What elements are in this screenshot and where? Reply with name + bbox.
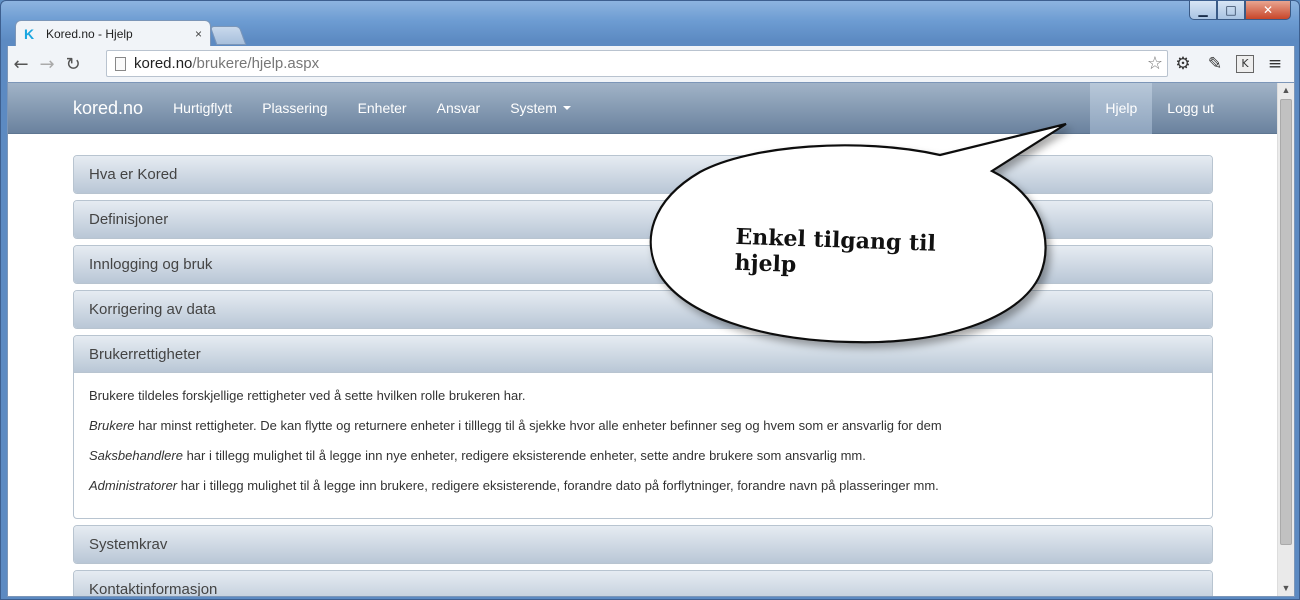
- role-name: Brukere: [89, 418, 135, 433]
- nav-enheter[interactable]: Enheter: [343, 83, 422, 134]
- panel-korrigering: Korrigering av data: [73, 290, 1213, 329]
- role-administratorer: Administratorer har i tillegg mulighet t…: [89, 478, 1197, 494]
- k-extension-icon[interactable]: K: [1236, 54, 1254, 73]
- toolbar-icons: ⚙ ✎ K ≡: [1172, 50, 1286, 77]
- intro-text: Brukere tildeles forskjellige rettighete…: [89, 388, 526, 403]
- panel-brukerrettigheter: Brukerrettigheter Brukere tildeles forsk…: [73, 335, 1213, 519]
- panel-systemkrav: Systemkrav: [73, 525, 1213, 564]
- vertical-scrollbar[interactable]: ▲ ▼: [1277, 83, 1294, 596]
- panel-heading[interactable]: Definisjoner: [74, 201, 1212, 238]
- scroll-thumb[interactable]: [1280, 99, 1292, 545]
- nav-logg-ut[interactable]: Logg ut: [1152, 83, 1229, 134]
- panel-heading[interactable]: Korrigering av data: [74, 291, 1212, 328]
- new-tab-button[interactable]: [209, 26, 247, 45]
- star-icon[interactable]: ☆: [1147, 53, 1163, 74]
- site-navbar: kored.no Hurtigflytt Plassering Enheter …: [8, 83, 1279, 134]
- reload-icon[interactable]: ↻: [60, 51, 86, 77]
- close-window-button[interactable]: ✕: [1245, 1, 1291, 20]
- help-accordion: Hva er Kored Definisjoner Innlogging og …: [73, 155, 1213, 596]
- role-saksbehandlere: Saksbehandlere har i tillegg mulighet ti…: [89, 448, 1197, 464]
- panel-heading[interactable]: Brukerrettigheter: [74, 336, 1212, 373]
- panel-body: Brukere tildeles forskjellige rettighete…: [74, 373, 1212, 518]
- back-arrow-icon[interactable]: ←: [8, 51, 34, 77]
- address-bar[interactable]: kored.no/brukere/hjelp.aspx ☆: [106, 50, 1168, 77]
- role-brukere: Brukere har minst rettigheter. De kan fl…: [89, 418, 1197, 434]
- nav-hurtigflytt[interactable]: Hurtigflytt: [158, 83, 247, 134]
- browser-window: ▁ □ ✕ K Kored.no - Hjelp × ← → ↻ kored.n…: [0, 0, 1300, 600]
- panel-heading[interactable]: Innlogging og bruk: [74, 246, 1212, 283]
- pen-icon[interactable]: ✎: [1204, 53, 1226, 75]
- panel-heading[interactable]: Hva er Kored: [74, 156, 1212, 193]
- panel-definisjoner: Definisjoner: [73, 200, 1213, 239]
- panel-innlogging: Innlogging og bruk: [73, 245, 1213, 284]
- url-host: kored.no: [134, 55, 193, 72]
- scroll-down-icon[interactable]: ▼: [1278, 581, 1294, 596]
- kored-favicon-icon: K: [24, 26, 35, 42]
- site-brand[interactable]: kored.no: [73, 98, 143, 119]
- callout-text: Enkel tilgang til hjelp: [734, 223, 937, 278]
- browser-tab[interactable]: K Kored.no - Hjelp ×: [15, 20, 211, 47]
- forward-arrow-icon[interactable]: →: [34, 51, 60, 77]
- role-name: Saksbehandlere: [89, 448, 183, 463]
- panel-heading[interactable]: Kontaktinformasjon: [74, 571, 1212, 596]
- panel-kontaktinformasjon: Kontaktinformasjon: [73, 570, 1213, 596]
- nav-hjelp[interactable]: Hjelp: [1090, 83, 1153, 134]
- minimize-button[interactable]: ▁: [1189, 1, 1217, 20]
- url-path: /brukere/hjelp.aspx: [192, 55, 320, 72]
- nav-plassering[interactable]: Plassering: [247, 83, 342, 134]
- nav-system-dropdown[interactable]: System: [495, 83, 586, 134]
- panel-hva-er-kored: Hva er Kored: [73, 155, 1213, 194]
- tab-close-icon[interactable]: ×: [195, 27, 202, 41]
- role-text: har minst rettigheter. De kan flytte og …: [134, 418, 942, 433]
- nav-right: Hjelp Logg ut: [1090, 83, 1229, 134]
- menu-icon[interactable]: ≡: [1264, 53, 1286, 75]
- nav-system-label: System: [510, 100, 557, 116]
- window-controls: ▁ □ ✕: [1189, 1, 1291, 20]
- page-icon: [115, 56, 126, 71]
- caret-down-icon: [562, 106, 571, 110]
- role-text: har i tillegg mulighet til å legge inn b…: [177, 478, 939, 493]
- gear-icon[interactable]: ⚙: [1172, 53, 1194, 75]
- role-text: har i tillegg mulighet til å legge inn n…: [182, 448, 866, 463]
- maximize-button[interactable]: □: [1217, 1, 1245, 20]
- tab-title: Kored.no - Hjelp: [46, 27, 133, 41]
- page-viewport: kored.no Hurtigflytt Plassering Enheter …: [7, 82, 1295, 597]
- role-name: Administratorer: [89, 478, 178, 493]
- panel-heading[interactable]: Systemkrav: [74, 526, 1212, 563]
- scroll-up-icon[interactable]: ▲: [1278, 83, 1294, 98]
- nav-ansvar[interactable]: Ansvar: [422, 83, 496, 134]
- browser-toolbar: ← → ↻ kored.no/brukere/hjelp.aspx ☆ ⚙ ✎ …: [7, 46, 1295, 82]
